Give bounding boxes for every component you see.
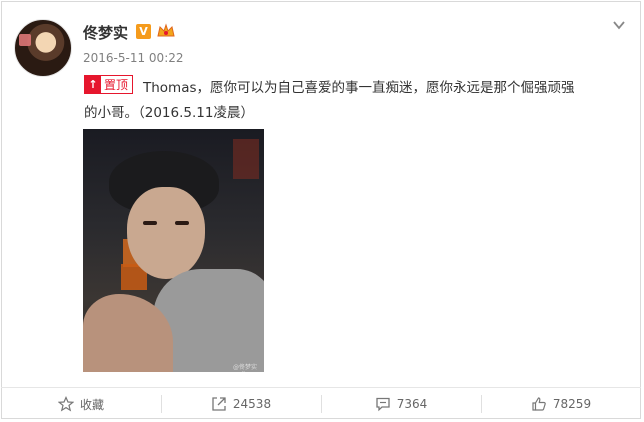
- like-count: 78259: [552, 397, 592, 411]
- action-bar: 收藏 24538 7364 78259: [1, 388, 641, 420]
- post-text-line-1: Thomas，愿你可以为自己喜爱的事一直痴迷，愿你永远是那个倔强顽强: [143, 80, 575, 96]
- thumbs-up-icon: [532, 397, 546, 411]
- favorite-label: 收藏: [79, 397, 104, 412]
- favorite-button[interactable]: 收藏: [1, 388, 161, 420]
- repost-button[interactable]: 24538: [161, 388, 321, 420]
- image-watermark: @佟梦实 weibo.com/u/...: [233, 364, 264, 372]
- repost-count: 24538: [232, 397, 272, 411]
- comment-count: 7364: [396, 397, 428, 411]
- weibo-post-card: 佟梦实 V 2016-5-11 00:22 ↑ 置顶 Thomas，愿你可以为自…: [1, 1, 641, 419]
- post-text-line-2: 的小哥。（2016.5.11凌晨）: [84, 105, 254, 121]
- verified-badge-icon: V: [136, 24, 151, 39]
- chevron-down-icon[interactable]: [612, 18, 626, 32]
- pinned-badge: ↑ 置顶: [84, 75, 134, 94]
- star-icon: [57, 396, 74, 412]
- share-arrow-icon: [212, 397, 226, 411]
- speech-bubble-icon: [376, 397, 390, 412]
- avatar[interactable]: [14, 19, 72, 77]
- pinned-label: 置顶: [104, 78, 129, 92]
- pin-icon: ↑: [85, 76, 101, 93]
- crown-icon: [157, 23, 175, 37]
- post-timestamp[interactable]: 2016-5-11 00:22: [83, 51, 184, 65]
- comment-button[interactable]: 7364: [321, 388, 481, 420]
- username[interactable]: 佟梦实: [83, 22, 128, 43]
- post-photo[interactable]: @佟梦实 weibo.com/u/...: [83, 129, 264, 372]
- like-button[interactable]: 78259: [481, 388, 641, 420]
